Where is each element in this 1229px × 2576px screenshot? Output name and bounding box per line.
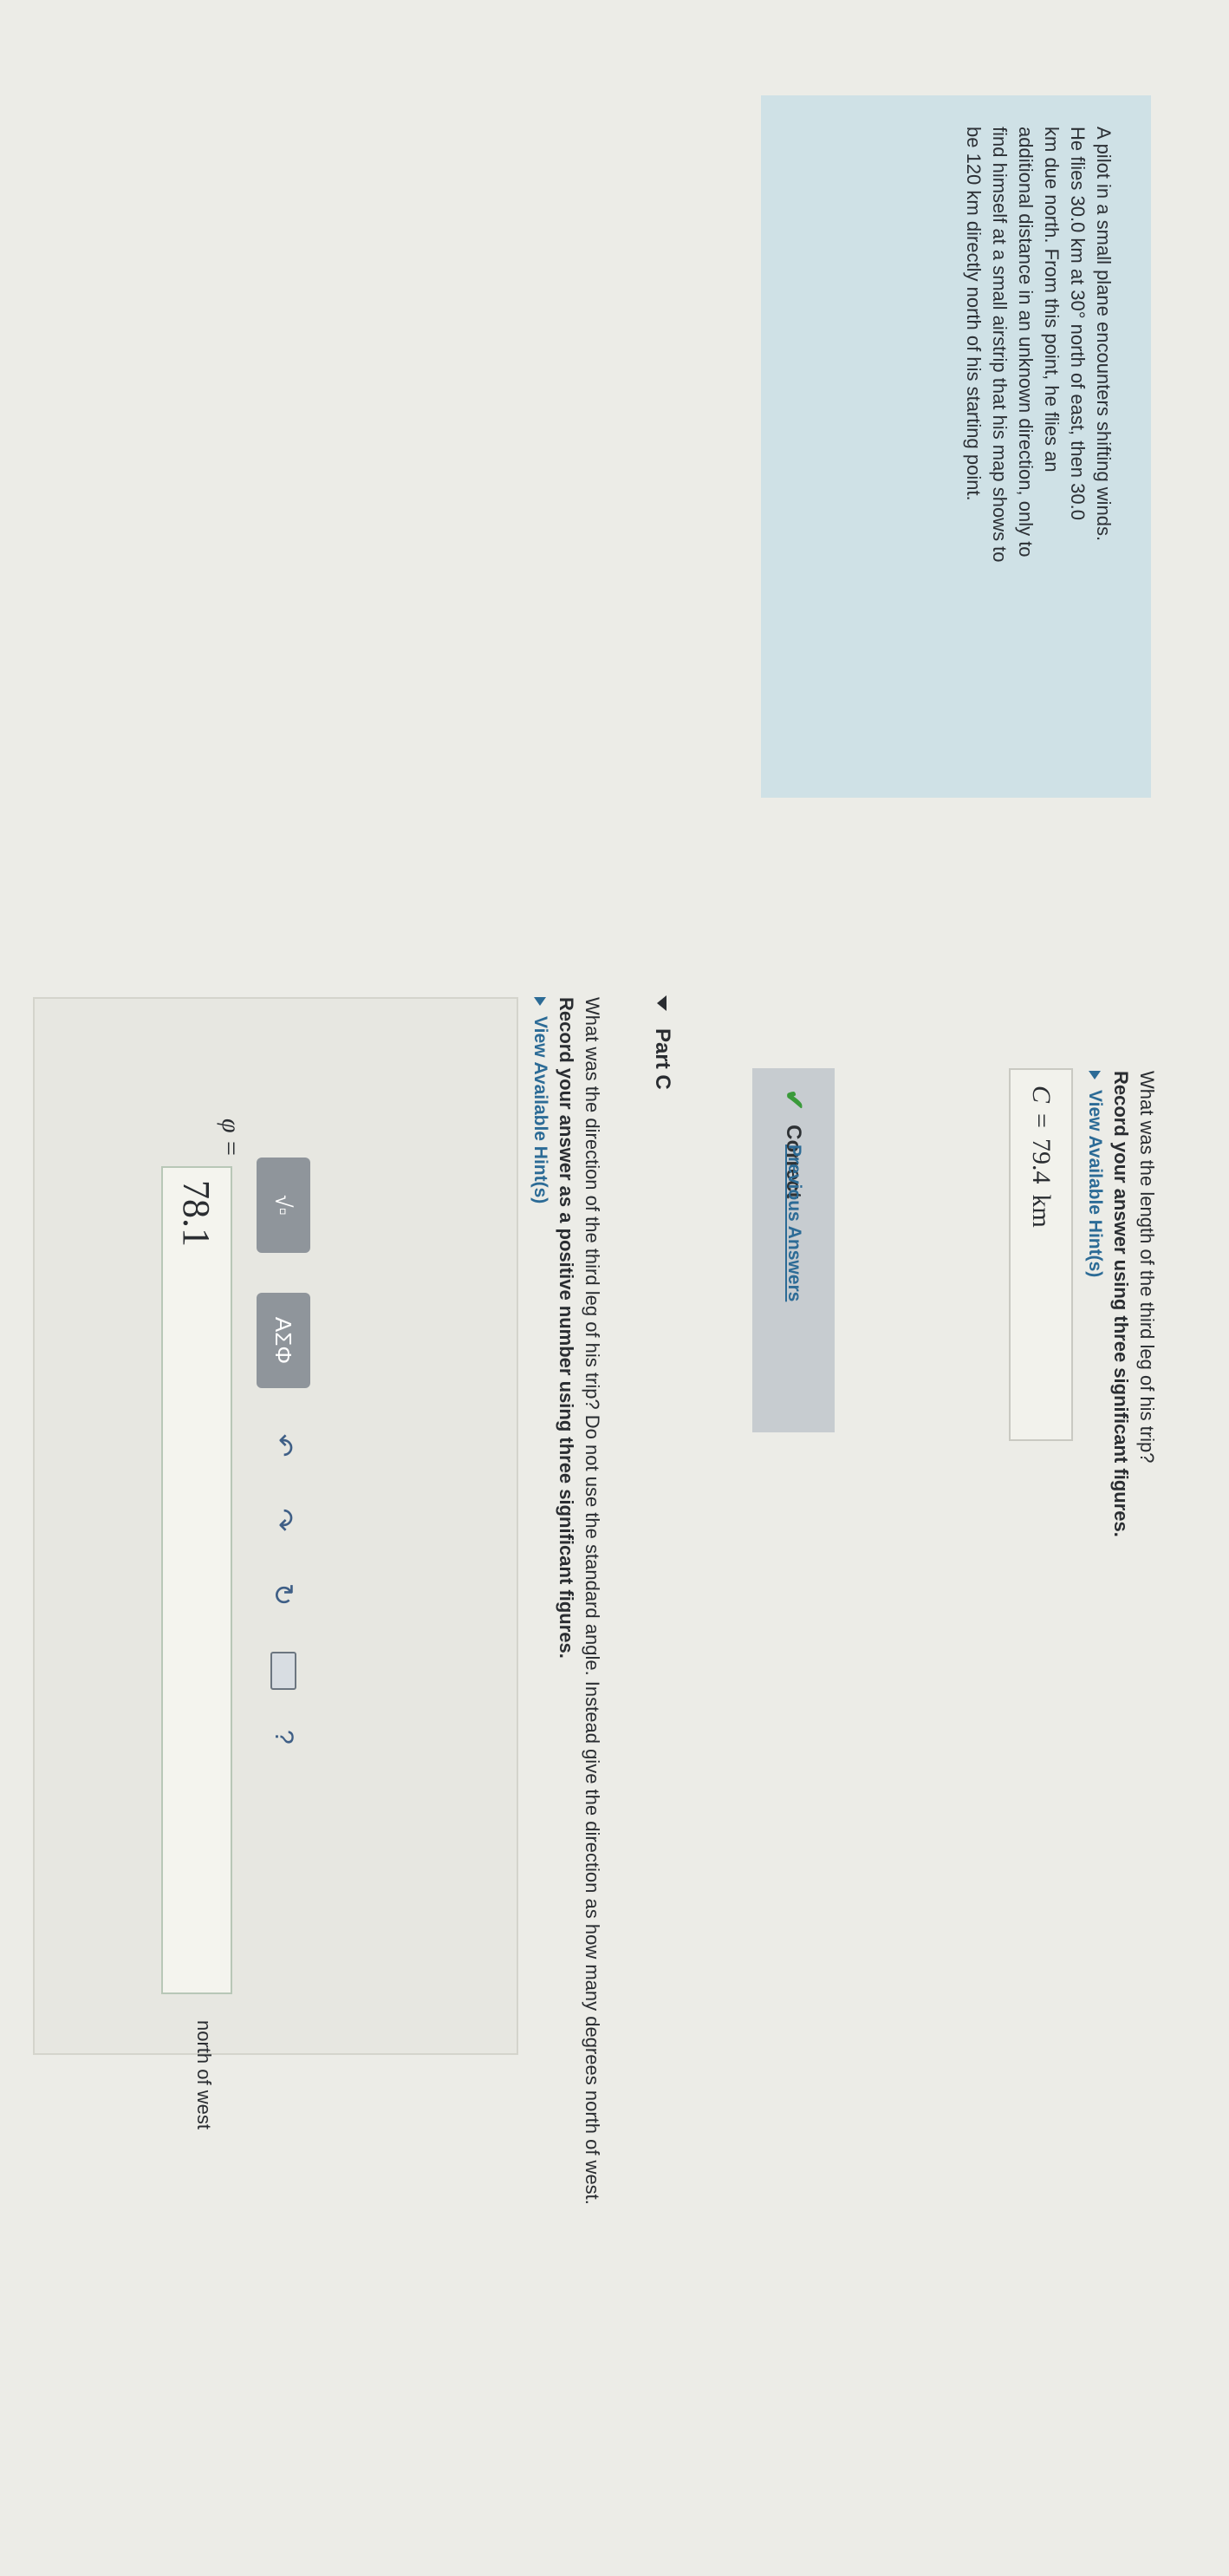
answer-variable-label: φ = [217,1118,245,1158]
part-c-answer-input[interactable]: 78.1 [161,1166,232,1994]
part-b-hint-link[interactable]: View Available Hint(s) [1082,1071,1108,2371]
expand-triangle-icon [1089,1071,1101,1079]
problem-line: He flies 30.0 km at 30° north of east, t… [1067,127,1089,520]
problem-line: additional distance in an unknown direct… [1015,127,1037,558]
previous-answers-link[interactable]: Previous Answers [784,1145,804,1301]
math-templates-button[interactable]: √▫ [257,1158,310,1253]
answer-value: 79.4 [1027,1138,1056,1184]
expand-triangle-icon [534,997,546,1006]
checkmark-icon: ✔ [779,1089,808,1112]
rotated-page: A pilot in a small plane encounters shif… [0,0,1229,2576]
redo-icon[interactable]: ↷ [267,1503,300,1537]
collapse-triangle-icon [657,995,667,1011]
hint-link-label: View Available Hint(s) [1085,1090,1105,1278]
part-b-instruction: Record your answer using three significa… [1110,1071,1132,1537]
problem-line: km due north. From this point, he flies … [1041,127,1063,473]
answer-equals: = [1027,1113,1056,1128]
math-toolbar: √▫ ΑΣΦ ↶ ↷ ↻ ? [257,1158,310,1745]
keyboard-icon[interactable] [270,1652,296,1690]
part-c-hint-link[interactable]: View Available Hint(s) [527,997,553,2558]
part-c-header[interactable]: Part C [650,995,674,1090]
help-icon[interactable]: ? [269,1730,298,1745]
answer-unit: km [1027,1194,1056,1228]
problem-line: A pilot in a small plane encounters shif… [1093,127,1115,542]
part-c-question-block: What was the direction of the third leg … [527,997,605,2558]
undo-icon[interactable]: ↶ [267,1428,300,1463]
part-c-question: What was the direction of the third leg … [582,997,603,2205]
answer-variable: C [1027,1086,1056,1104]
greek-symbols-button[interactable]: ΑΣΦ [257,1293,310,1388]
part-b-question-block: What was the length of the third leg of … [1082,1071,1160,2371]
problem-line: find himself at a small airstrip that hi… [989,127,1011,563]
part-c-instruction: Record your answer as a positive number … [556,997,577,1659]
part-c-title: Part C [651,1028,674,1090]
reset-icon[interactable]: ↻ [267,1577,300,1612]
answer-unit-label: north of west [193,2020,215,2129]
math-template-icon: √▫ [270,1195,297,1216]
problem-line: be 120 km directly north of his starting… [963,127,985,501]
hint-link-label: View Available Hint(s) [530,1016,550,1204]
part-b-answer-display: C = 79.4 km [1009,1068,1073,1441]
part-b-question: What was the length of the third leg of … [1136,1071,1158,1464]
problem-statement: A pilot in a small plane encounters shif… [761,95,1151,798]
